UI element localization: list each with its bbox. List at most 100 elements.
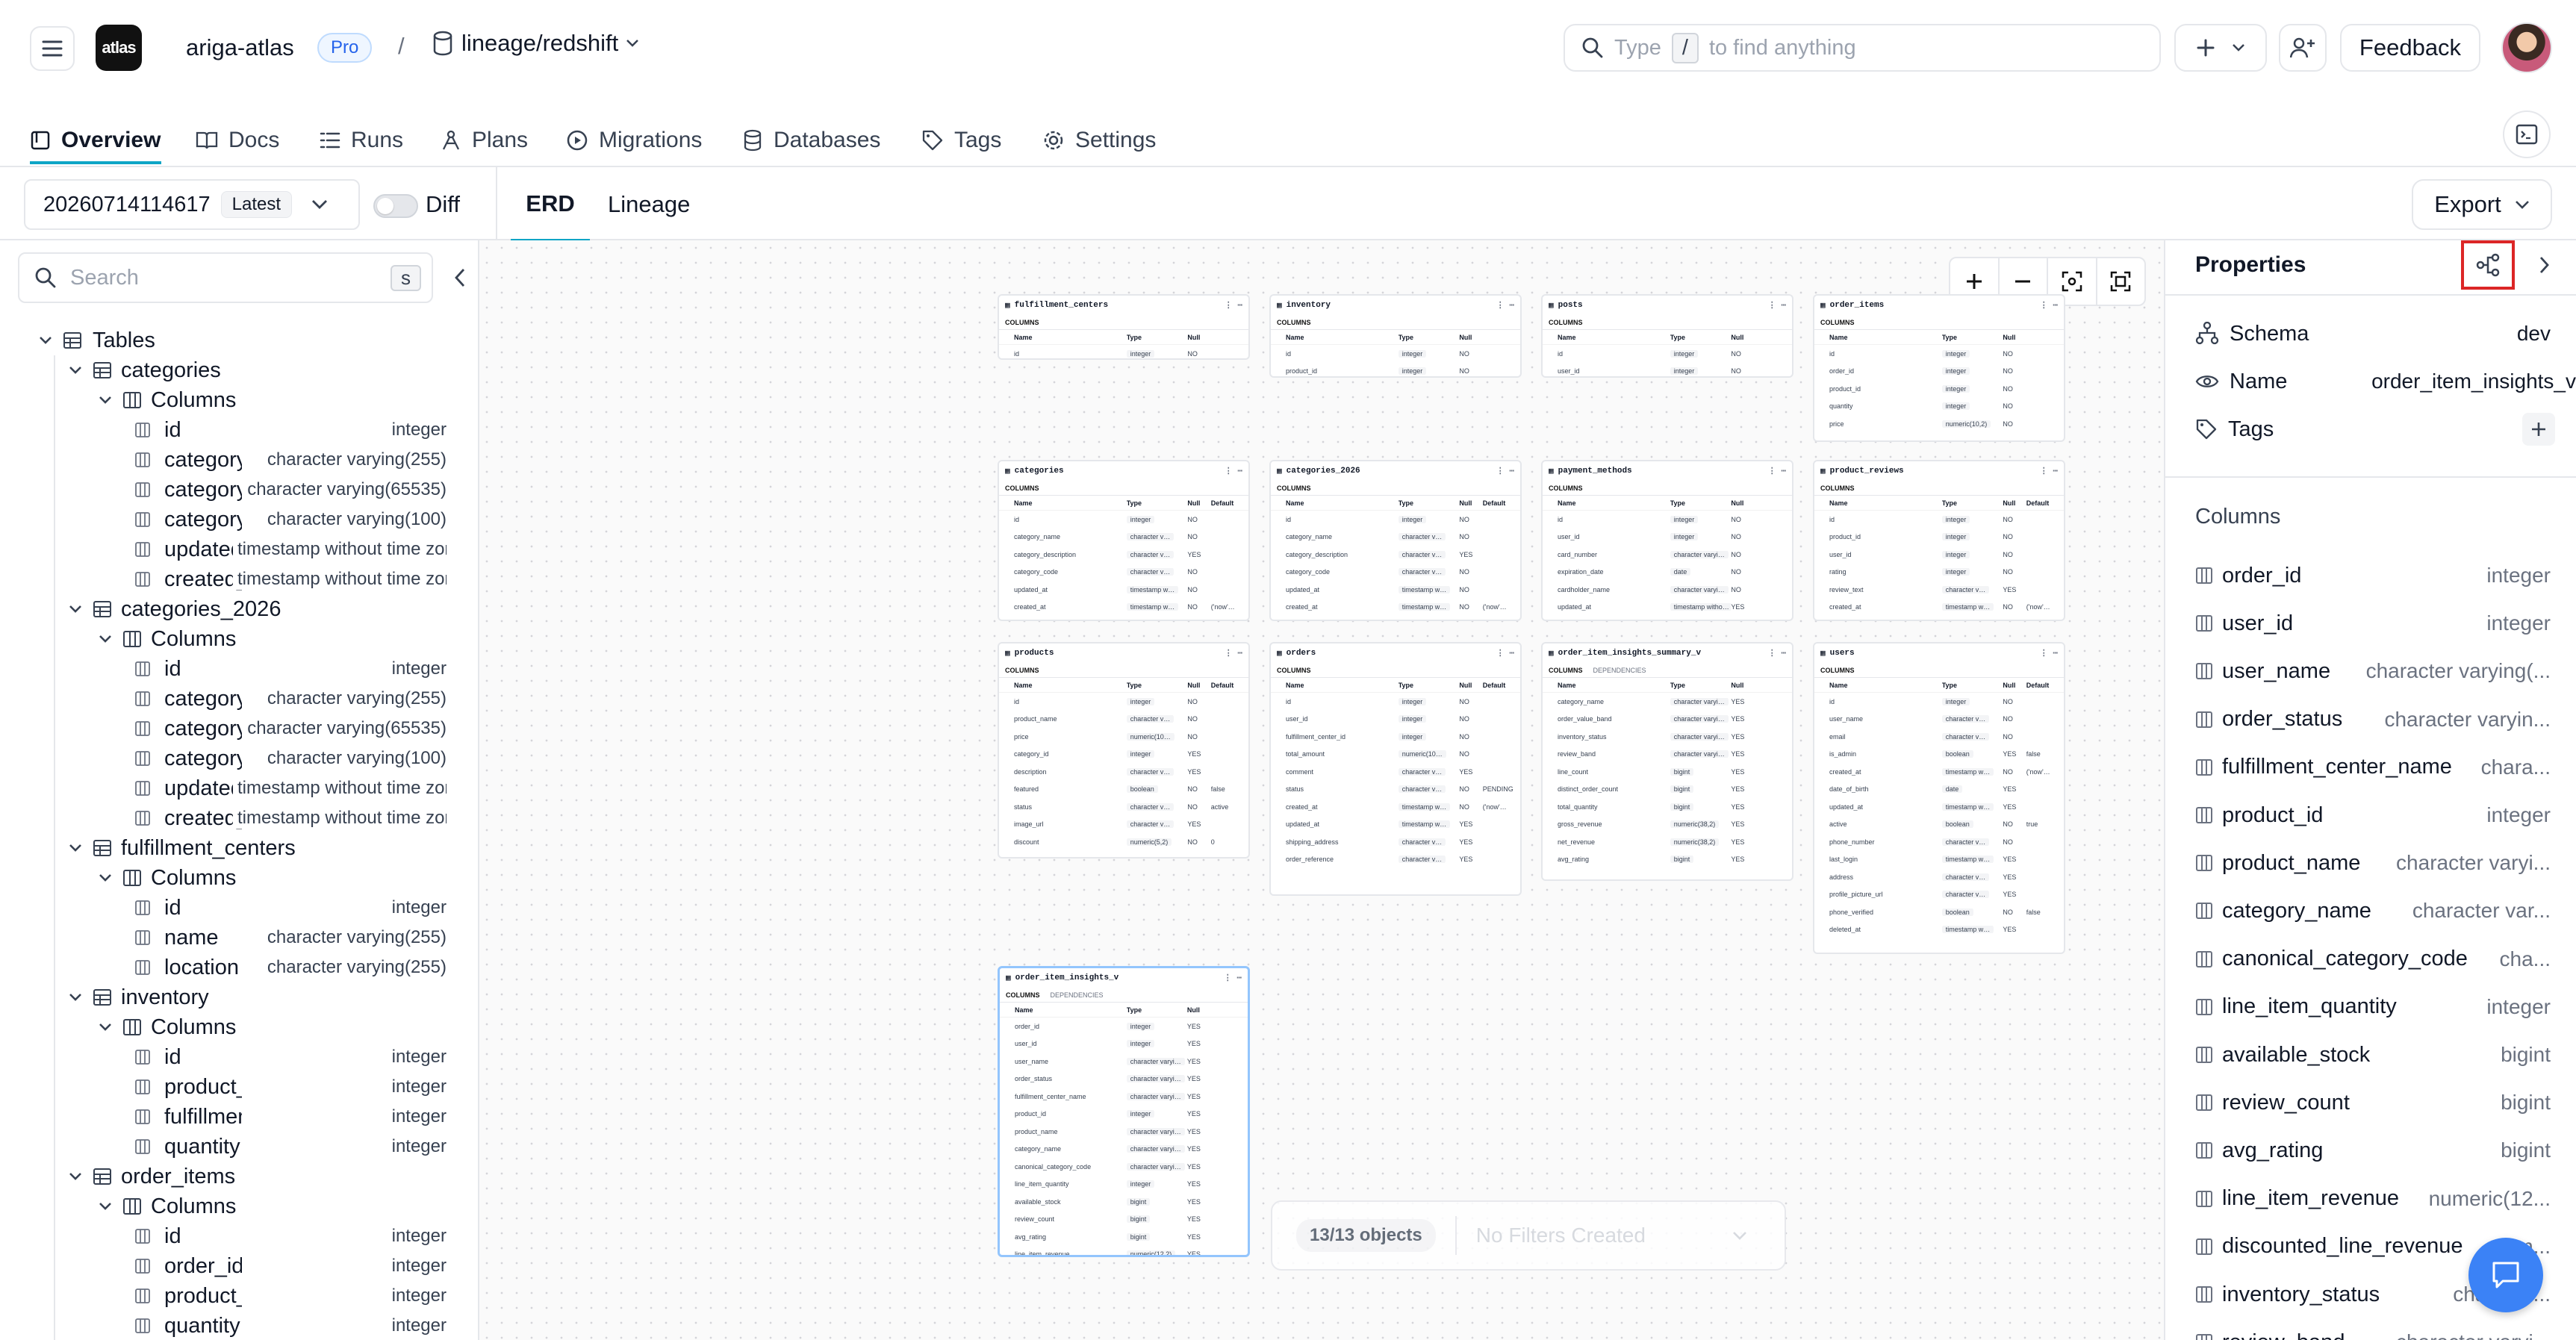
card-menu-icon[interactable]: ⋮ ⋯ bbox=[1224, 973, 1242, 983]
tree-column-item[interactable]: category_descriptioncharacter varying(65… bbox=[134, 475, 478, 505]
tree-table-inventory[interactable]: inventory bbox=[69, 982, 478, 1012]
card-menu-icon[interactable]: ⋮ ⋯ bbox=[1225, 466, 1242, 476]
invite-user-button[interactable] bbox=[2279, 24, 2327, 72]
create-new-button[interactable] bbox=[2174, 24, 2267, 72]
tree-column-item[interactable]: category_name character varying(255) bbox=[134, 445, 478, 475]
tab-erd[interactable]: ERD bbox=[511, 167, 590, 242]
card-menu-icon[interactable]: ⋮ ⋯ bbox=[1496, 466, 1514, 476]
filter-select[interactable]: No Filters Created bbox=[1476, 1224, 1713, 1247]
property-column-item[interactable]: line_item_revenue numeric(12... bbox=[2195, 1180, 2576, 1218]
sidebar-search-input[interactable]: Search bbox=[70, 266, 377, 290]
card-tab[interactable]: COLUMNS bbox=[1277, 484, 1311, 492]
tab-tags[interactable]: Tags bbox=[921, 118, 1001, 163]
global-search[interactable]: Type / to find anything bbox=[1564, 24, 2161, 72]
export-button[interactable]: Export bbox=[2412, 179, 2552, 230]
erd-table-card[interactable]: ▦ products ⋮ ⋯ COLUMNS Name Type Null Default id… bbox=[998, 642, 1250, 858]
tree-column-item[interactable]: quantity integer bbox=[134, 1132, 478, 1162]
card-tab[interactable]: COLUMNS bbox=[1005, 484, 1039, 492]
tree-column-item[interactable]: product_id integer bbox=[134, 1072, 478, 1102]
property-column-item[interactable]: available_stock bigint bbox=[2195, 1036, 2576, 1073]
card-menu-icon[interactable]: ⋮ ⋯ bbox=[1768, 466, 1786, 476]
property-column-item[interactable]: review_band character varyi... bbox=[2195, 1324, 2576, 1340]
card-menu-icon[interactable]: ⋮ ⋯ bbox=[1768, 648, 1786, 658]
tree-column-item[interactable]: order_id integer bbox=[134, 1251, 478, 1281]
card-menu-icon[interactable]: ⋮ ⋯ bbox=[1225, 300, 1242, 311]
tree-column-item[interactable]: category_code character varying(100) bbox=[134, 505, 478, 535]
tree-table-categories[interactable]: categories bbox=[69, 355, 478, 385]
property-column-item[interactable]: fulfillment_center_name chara... bbox=[2195, 749, 2576, 786]
property-column-item[interactable]: order_status character varyin... bbox=[2195, 701, 2576, 738]
tree-table-categories_2026[interactable]: categories_2026 bbox=[69, 594, 478, 624]
card-tab[interactable]: DEPENDENCIES bbox=[1051, 991, 1104, 999]
card-tab[interactable]: COLUMNS bbox=[1820, 484, 1855, 492]
tree-table-fulfillment_centers[interactable]: fulfillment_centers bbox=[69, 833, 478, 863]
diff-toggle[interactable] bbox=[373, 194, 418, 218]
card-tab[interactable]: COLUMNS bbox=[1006, 991, 1040, 999]
feedback-button[interactable]: Feedback bbox=[2340, 24, 2480, 72]
fit-view-button[interactable] bbox=[2097, 258, 2145, 305]
lineage-graph-button[interactable] bbox=[2461, 240, 2515, 290]
atlas-logo[interactable]: atlas bbox=[96, 25, 142, 71]
property-column-item[interactable]: product_id integer bbox=[2195, 797, 2576, 834]
tree-columns-group[interactable]: Columns bbox=[99, 1191, 478, 1221]
card-menu-icon[interactable]: ⋮ ⋯ bbox=[2040, 648, 2058, 658]
version-select[interactable]: 20260714114617 Latest bbox=[24, 179, 360, 230]
tree-columns-group[interactable]: Columns bbox=[99, 385, 478, 415]
card-menu-icon[interactable]: ⋮ ⋯ bbox=[1496, 648, 1514, 658]
user-avatar[interactable] bbox=[2501, 22, 2552, 73]
chevron-right-icon[interactable] bbox=[2539, 255, 2551, 275]
erd-table-card[interactable]: ▦ categories_2026 ⋮ ⋯ COLUMNS Name Type Null De… bbox=[1269, 460, 1522, 621]
menu-button[interactable] bbox=[30, 26, 75, 71]
card-menu-icon[interactable]: ⋮ ⋯ bbox=[1768, 300, 1786, 311]
tree-column-item[interactable]: product_id integer bbox=[134, 1281, 478, 1311]
card-tab[interactable]: COLUMNS bbox=[1549, 667, 1583, 674]
card-menu-icon[interactable]: ⋮ ⋯ bbox=[1496, 300, 1514, 311]
card-menu-icon[interactable]: ⋮ ⋯ bbox=[1225, 648, 1242, 658]
tree-column-item[interactable]: id integer bbox=[134, 1042, 478, 1072]
tree-columns-group[interactable]: Columns bbox=[99, 624, 478, 654]
tree-column-item[interactable]: category_descriptioncharacter varying(65… bbox=[134, 714, 478, 744]
property-column-item[interactable]: order_id integer bbox=[2195, 557, 2576, 594]
erd-table-card[interactable]: ▦ order_items ⋮ ⋯ COLUMNS Name Type Null id inte… bbox=[1813, 294, 2065, 442]
property-column-item[interactable]: line_item_quantity integer bbox=[2195, 988, 2576, 1026]
erd-table-card[interactable]: ▦ categories ⋮ ⋯ COLUMNS Name Type Null Default… bbox=[998, 460, 1250, 621]
tree-column-item[interactable]: category_code character varying(100) bbox=[134, 744, 478, 773]
tree-columns-group[interactable]: Columns bbox=[99, 863, 478, 893]
card-tab[interactable]: COLUMNS bbox=[1277, 667, 1311, 674]
tree-column-item[interactable]: quantity integer bbox=[134, 1311, 478, 1340]
property-column-item[interactable]: user_id integer bbox=[2195, 605, 2576, 642]
sidebar-search[interactable]: Search s bbox=[18, 252, 433, 303]
erd-table-card[interactable]: ▦ inventory ⋮ ⋯ COLUMNS Name Type Null id intege… bbox=[1269, 294, 1522, 378]
tree-column-item[interactable]: id integer bbox=[134, 893, 478, 923]
tree-column-item[interactable]: id integer bbox=[134, 415, 478, 445]
terminal-button[interactable] bbox=[2503, 110, 2551, 158]
erd-table-card[interactable]: ▦ order_item_insights_summary_v ⋮ ⋯ COLUMNS… bbox=[1541, 642, 1793, 881]
tree-column-item[interactable]: category_name character varying(255) bbox=[134, 684, 478, 714]
chat-button[interactable] bbox=[2468, 1238, 2543, 1312]
tree-column-item[interactable]: id integer bbox=[134, 654, 478, 684]
tree-column-item[interactable]: name character varying(255) bbox=[134, 923, 478, 953]
tree-table-order_items[interactable]: order_items bbox=[69, 1162, 478, 1191]
card-tab[interactable]: COLUMNS bbox=[1549, 319, 1583, 326]
erd-table-card[interactable]: ▦ order_item_insights_v ⋮ ⋯ COLUMNS DEPENDEN… bbox=[998, 966, 1250, 1257]
tree-column-item[interactable]: fulfillment_center_id integer bbox=[134, 1102, 478, 1132]
property-column-item[interactable]: canonical_category_code cha... bbox=[2195, 941, 2576, 978]
tree-column-item[interactable]: updated_attimestamp without time zone bbox=[134, 773, 478, 803]
card-tab[interactable]: COLUMNS bbox=[1820, 667, 1855, 674]
card-menu-icon[interactable]: ⋮ ⋯ bbox=[2040, 300, 2058, 311]
property-column-item[interactable]: review_count bigint bbox=[2195, 1084, 2576, 1121]
tab-runs[interactable]: Runs bbox=[320, 118, 403, 163]
tree-column-item[interactable]: created_attimestamp without time zone bbox=[134, 803, 478, 833]
tree-column-item[interactable]: created_attimestamp without time zone bbox=[134, 564, 478, 594]
tab-plans[interactable]: Plans bbox=[441, 118, 528, 163]
card-tab[interactable]: COLUMNS bbox=[1820, 319, 1855, 326]
property-column-item[interactable]: category_name character var... bbox=[2195, 892, 2576, 929]
card-tab[interactable]: COLUMNS bbox=[1005, 667, 1039, 674]
card-menu-icon[interactable]: ⋮ ⋯ bbox=[2040, 466, 2058, 476]
tree-columns-group[interactable]: Columns bbox=[99, 1012, 478, 1042]
card-tab[interactable]: DEPENDENCIES bbox=[1593, 667, 1646, 674]
card-tab[interactable]: COLUMNS bbox=[1549, 484, 1583, 492]
property-column-item[interactable]: user_name character varying(... bbox=[2195, 652, 2576, 690]
repo-selector[interactable]: lineage/redshift bbox=[432, 30, 639, 57]
erd-canvas[interactable]: ▦ fulfillment_centers ⋮ ⋯ COLUMNS Name Type Nu… bbox=[479, 240, 2164, 1340]
